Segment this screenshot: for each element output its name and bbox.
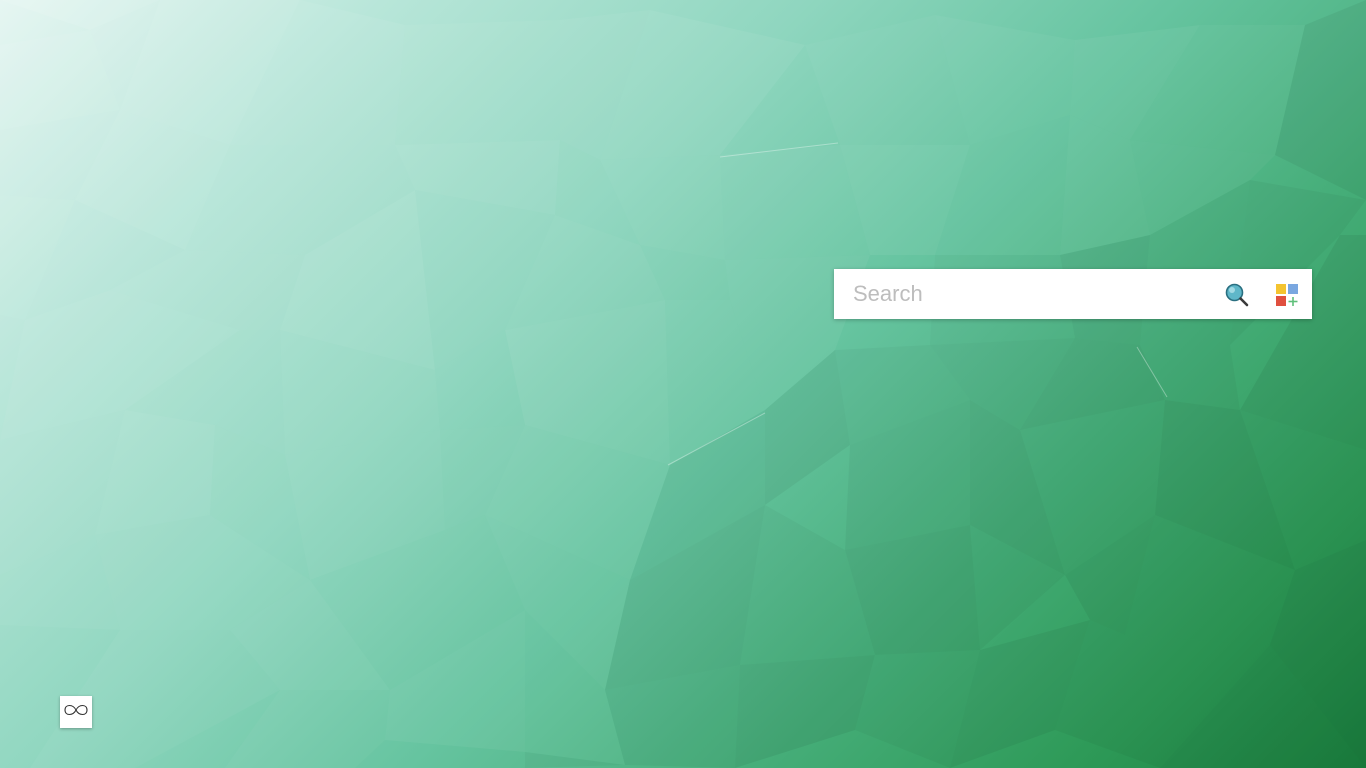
apps-grid-icon[interactable] <box>1274 282 1300 308</box>
desktop-wallpaper <box>0 0 1366 768</box>
polygon-pattern <box>0 0 1366 768</box>
infinity-button[interactable] <box>60 696 92 728</box>
infinity-icon <box>62 702 90 723</box>
search-icon[interactable] <box>1224 282 1250 308</box>
search-bar <box>834 269 1312 319</box>
search-input[interactable] <box>853 274 1213 314</box>
